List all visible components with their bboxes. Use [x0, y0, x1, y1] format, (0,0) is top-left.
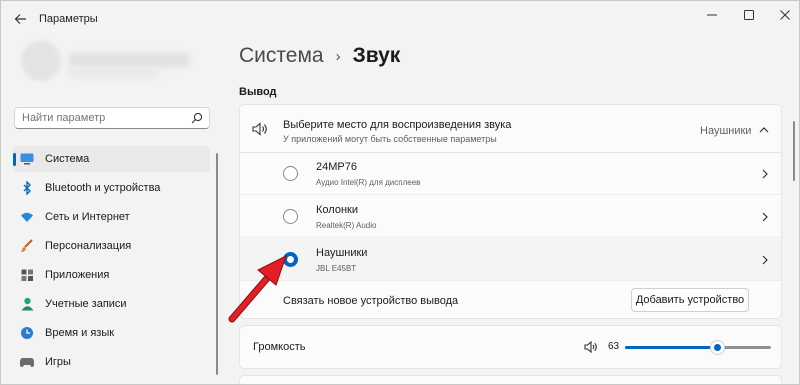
app-title: Параметры — [39, 13, 98, 25]
sidebar-item-network[interactable]: Сеть и Интернет — [13, 204, 210, 230]
sidebar-item-bluetooth[interactable]: Bluetooth и устройства — [13, 175, 210, 201]
sidebar-item-label: Игры — [45, 356, 71, 368]
output-header-subtitle: У приложений могут быть собственные пара… — [283, 134, 497, 144]
sidebar-item-label: Персонализация — [45, 240, 132, 252]
device-radio[interactable] — [283, 166, 298, 181]
pair-device-row: Связать новое устройство вывода Добавить… — [240, 282, 781, 320]
brush-icon — [20, 239, 34, 253]
pair-device-label: Связать новое устройство вывода — [283, 295, 459, 307]
speaker-icon — [252, 122, 267, 136]
device-name: Колонки — [316, 204, 358, 216]
sidebar-item-label: Система — [45, 153, 90, 165]
title-bar: Параметры — [1, 1, 799, 37]
output-selected-value: Наушники — [700, 125, 752, 137]
maximize-button[interactable] — [732, 1, 766, 29]
device-description: JBL E45BT — [316, 264, 357, 273]
output-device-card: Выберите место для воспроизведения звука… — [239, 104, 782, 319]
sidebar-item-label: Bluetooth и устройства — [45, 182, 161, 194]
volume-value: 63 — [608, 341, 620, 352]
device-row-headphones[interactable]: Наушники JBL E45BT — [240, 239, 781, 281]
close-button[interactable] — [768, 1, 799, 29]
settings-window: Параметры Найти параметр Система Bluetoo… — [0, 0, 800, 385]
sidebar-item-label: Время и язык — [45, 327, 115, 339]
minimize-icon — [707, 14, 717, 16]
output-device-header[interactable]: Выберите место для воспроизведения звука… — [240, 105, 781, 153]
monitor-icon — [20, 152, 34, 166]
close-icon — [780, 10, 790, 20]
chevron-right-icon[interactable] — [761, 255, 769, 265]
volume-slider-fill — [625, 346, 717, 349]
active-indicator — [13, 153, 16, 166]
breadcrumb-parent[interactable]: Система — [239, 44, 324, 68]
search-box[interactable] — [14, 107, 210, 129]
device-row-24mp76[interactable]: 24MP76 Аудио Intel(R) для дисплеев — [240, 153, 781, 195]
device-radio[interactable] — [283, 209, 298, 224]
search-icon[interactable] — [191, 112, 203, 124]
sidebar-item-label: Приложения — [45, 269, 110, 281]
chevron-up-icon[interactable] — [759, 125, 769, 135]
volume-label: Громкость — [253, 341, 306, 353]
chevron-right-icon[interactable] — [761, 212, 769, 222]
gamepad-icon — [20, 355, 34, 369]
breadcrumb: Система › Звук — [239, 44, 400, 68]
person-icon — [20, 297, 34, 311]
arrow-left-icon — [14, 14, 26, 24]
device-description: Realtek(R) Audio — [316, 221, 377, 230]
sidebar-item-personalization[interactable]: Персонализация — [13, 233, 210, 259]
sidebar-item-gaming[interactable]: Игры — [13, 349, 210, 375]
chevron-right-icon[interactable] — [761, 169, 769, 179]
sidebar-item-accounts[interactable]: Учетные записи — [13, 291, 210, 317]
page-title: Звук — [352, 44, 401, 67]
sidebar-item-system[interactable]: Система — [13, 146, 210, 172]
maximize-icon — [744, 10, 754, 20]
sidebar-scrollbar[interactable] — [216, 153, 218, 375]
sidebar-item-time-language[interactable]: Время и язык — [13, 320, 210, 346]
profile-name-blurred — [69, 53, 189, 67]
back-button[interactable] — [11, 10, 29, 28]
avatar[interactable] — [21, 41, 61, 81]
sidebar-item-label: Сеть и Интернет — [45, 211, 130, 223]
output-header-title: Выберите место для воспроизведения звука — [283, 119, 512, 131]
device-radio-selected[interactable] — [283, 252, 298, 267]
wifi-icon — [20, 210, 34, 224]
bluetooth-icon — [20, 181, 34, 195]
profile-email-blurred — [69, 69, 159, 78]
sidebar-item-apps[interactable]: Приложения — [13, 262, 210, 288]
search-input[interactable] — [22, 112, 182, 124]
minimize-button[interactable] — [695, 1, 729, 29]
device-name: Наушники — [316, 247, 368, 259]
next-settings-card[interactable] — [239, 375, 782, 384]
volume-slider[interactable] — [625, 340, 771, 355]
volume-icon[interactable] — [584, 340, 598, 354]
device-row-speakers[interactable]: Колонки Realtek(R) Audio — [240, 196, 781, 238]
section-title-output: Вывод — [239, 86, 277, 98]
main-scrollbar[interactable] — [793, 121, 795, 181]
breadcrumb-separator: › — [335, 47, 341, 65]
device-name: 24MP76 — [316, 161, 357, 173]
add-device-button[interactable]: Добавить устройство — [631, 288, 749, 312]
apps-icon — [20, 268, 34, 282]
volume-card: Громкость 63 — [239, 325, 782, 369]
globe-clock-icon — [20, 326, 34, 340]
sidebar-item-label: Учетные записи — [45, 298, 127, 310]
volume-slider-thumb[interactable] — [709, 340, 725, 355]
device-description: Аудио Intel(R) для дисплеев — [316, 178, 421, 187]
